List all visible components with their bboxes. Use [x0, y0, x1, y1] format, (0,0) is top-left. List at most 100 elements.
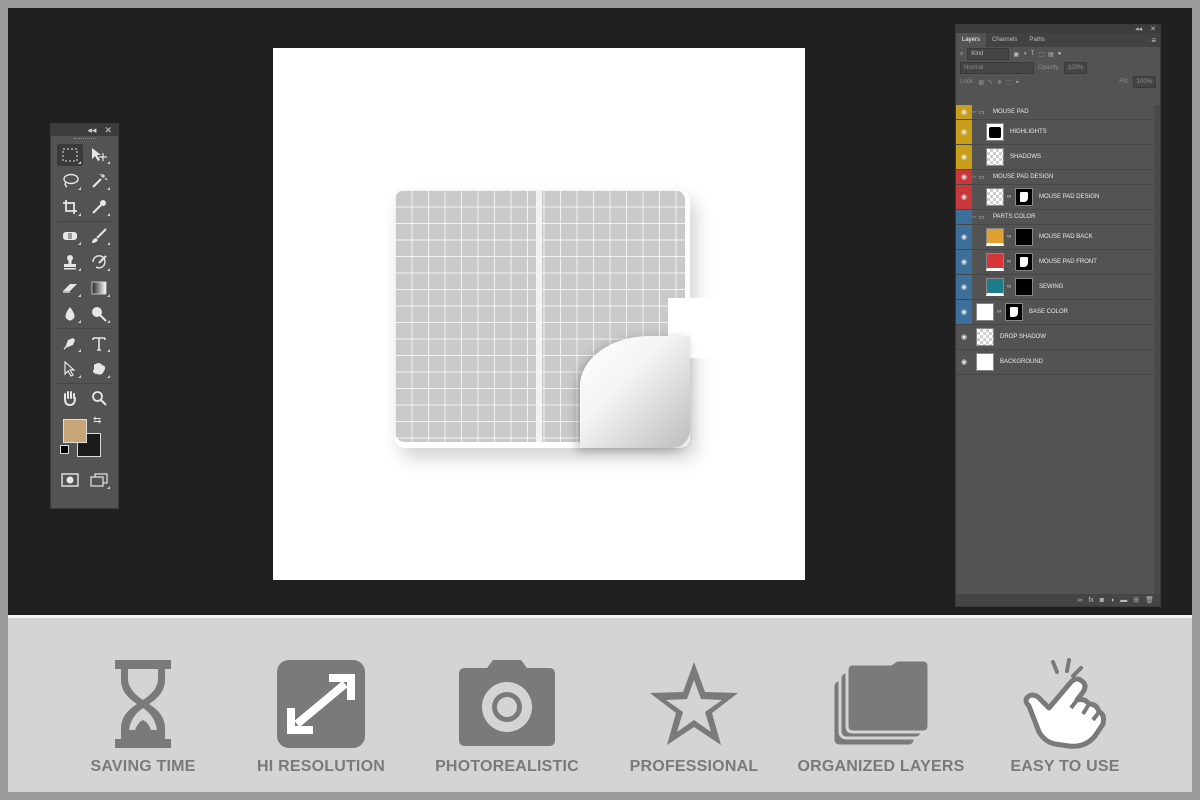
- mask-link-icon[interactable]: ∞: [1007, 194, 1013, 200]
- layer-mask-thumbnail[interactable]: [1015, 228, 1033, 246]
- type-tool[interactable]: [86, 332, 112, 354]
- layer-row[interactable]: ◉ ∞ SEWING: [956, 275, 1154, 300]
- layers-scrollbar[interactable]: [1154, 105, 1160, 595]
- smart-object-filter-icon[interactable]: ▤: [1048, 51, 1054, 58]
- tab-paths[interactable]: Paths: [1023, 33, 1050, 47]
- close-icon[interactable]: ✕: [104, 124, 112, 136]
- clone-stamp-tool[interactable]: [57, 251, 83, 273]
- visibility-eye-icon[interactable]: ◉: [956, 105, 972, 119]
- layer-row[interactable]: ◉ DROP SHADOW: [956, 325, 1154, 350]
- kind-filter-select[interactable]: Kind: [967, 48, 1010, 60]
- filter-toggle-icon[interactable]: ●: [1058, 51, 1062, 57]
- lock-artboard-icon[interactable]: ⬚: [1006, 79, 1012, 86]
- move-tool[interactable]: [86, 144, 112, 166]
- lock-position-icon[interactable]: ✥: [997, 79, 1002, 86]
- mask-link-icon[interactable]: ∞: [1007, 259, 1013, 265]
- collapse-icon[interactable]: ◂◂: [87, 124, 96, 136]
- layer-name: MOUSE PAD BACK: [1039, 234, 1093, 240]
- delete-layer-icon[interactable]: 🗑︎: [1145, 596, 1154, 604]
- lock-paint-icon[interactable]: ✎: [988, 79, 993, 86]
- add-mask-icon[interactable]: ◙: [1100, 597, 1104, 604]
- tab-channels[interactable]: Channels: [986, 33, 1023, 47]
- default-colors-icon[interactable]: [60, 445, 69, 454]
- lock-all-icon[interactable]: 🔒︎: [1016, 79, 1019, 86]
- mask-link-icon[interactable]: ∞: [1007, 234, 1013, 240]
- new-group-icon[interactable]: ▬: [1120, 597, 1127, 604]
- blend-mode-select[interactable]: Normal: [960, 62, 1034, 74]
- quick-mask-button[interactable]: [57, 469, 83, 491]
- layer-group-row[interactable]: ⌵ ▭ PARTS COLOR: [956, 210, 1154, 225]
- visibility-eye-icon[interactable]: ◉: [956, 300, 972, 324]
- crop-tool[interactable]: [57, 196, 83, 218]
- layer-row[interactable]: ◉ SHADOWS: [956, 145, 1154, 170]
- adjustment-layer-icon[interactable]: ◑: [1110, 597, 1114, 604]
- link-layers-icon[interactable]: ∞: [1077, 597, 1082, 604]
- dodge-tool[interactable]: [86, 303, 112, 325]
- opacity-field[interactable]: 100%: [1064, 62, 1088, 74]
- group-chevron-icon[interactable]: ⌵ ▭: [972, 109, 990, 116]
- feature-professional: PROFESSIONAL: [599, 618, 789, 792]
- shape-tool[interactable]: [86, 358, 112, 380]
- mask-link-icon[interactable]: ∞: [997, 309, 1003, 315]
- type-filter-icon[interactable]: T: [1031, 51, 1035, 57]
- blur-tool[interactable]: [57, 303, 83, 325]
- visibility-eye-icon[interactable]: ◉: [956, 170, 972, 184]
- layer-row[interactable]: ◉ HIGHLIGHTS: [956, 120, 1154, 145]
- zoom-tool[interactable]: [86, 387, 112, 409]
- path-selection-tool[interactable]: [57, 358, 83, 380]
- layer-name: HIGHLIGHTS: [1010, 129, 1047, 135]
- gradient-tool[interactable]: [86, 277, 112, 299]
- layer-style-icon[interactable]: fx: [1088, 597, 1093, 604]
- visibility-eye-icon[interactable]: [956, 210, 972, 224]
- visibility-eye-icon[interactable]: ◉: [956, 325, 972, 349]
- lock-transparency-icon[interactable]: ▦: [978, 79, 984, 86]
- visibility-eye-icon[interactable]: ◉: [956, 350, 972, 374]
- brush-tool[interactable]: [86, 225, 112, 247]
- foreground-color-swatch[interactable]: [63, 419, 87, 443]
- close-icon[interactable]: ✕: [1150, 25, 1156, 33]
- document-canvas[interactable]: [273, 48, 805, 580]
- visibility-eye-icon[interactable]: ◉: [956, 275, 972, 299]
- mask-link-icon[interactable]: ∞: [1007, 284, 1013, 290]
- panel-menu-icon[interactable]: ≡: [1151, 36, 1156, 45]
- layer-mask-thumbnail[interactable]: [1005, 303, 1023, 321]
- new-layer-icon[interactable]: ⊞: [1133, 596, 1139, 604]
- group-chevron-icon[interactable]: ⌵ ▭: [972, 214, 990, 221]
- layer-row[interactable]: ◉ ∞ MOUSE PAD DESIGN: [956, 185, 1154, 210]
- collapse-icon[interactable]: ◂◂: [1135, 25, 1142, 33]
- marquee-tool[interactable]: [57, 144, 83, 166]
- fill-field[interactable]: 100%: [1132, 76, 1156, 88]
- layer-row[interactable]: ◉ BACKGROUND: [956, 350, 1154, 375]
- history-brush-tool[interactable]: [86, 251, 112, 273]
- visibility-eye-icon[interactable]: ◉: [956, 250, 972, 274]
- visibility-eye-icon[interactable]: ◉: [956, 225, 972, 249]
- eyedropper-tool[interactable]: [86, 196, 112, 218]
- swap-colors-icon[interactable]: ⇆: [93, 415, 101, 426]
- magic-wand-tool[interactable]: [86, 170, 112, 192]
- layer-row[interactable]: ◉ ∞ MOUSE PAD FRONT: [956, 250, 1154, 275]
- adjustment-filter-icon[interactable]: ◑: [1023, 51, 1027, 57]
- layer-row[interactable]: ◉ ∞ BASE COLOR: [956, 300, 1154, 325]
- layer-mask-thumbnail[interactable]: [1015, 188, 1033, 206]
- tab-layers[interactable]: Layers: [956, 33, 987, 47]
- visibility-eye-icon[interactable]: ◉: [956, 120, 972, 144]
- visibility-eye-icon[interactable]: ◉: [956, 185, 972, 209]
- shape-filter-icon[interactable]: ⬚: [1038, 51, 1044, 58]
- lasso-tool[interactable]: [57, 170, 83, 192]
- layer-group-row[interactable]: ◉ ⌵ ▭ MOUSE PAD: [956, 105, 1154, 120]
- layer-row[interactable]: ◉ ∞ MOUSE PAD BACK: [956, 225, 1154, 250]
- visibility-eye-icon[interactable]: ◉: [956, 145, 972, 169]
- layer-name: BASE COLOR: [1029, 309, 1069, 315]
- magic-wand-icon: [92, 173, 108, 188]
- screen-mode-button[interactable]: [86, 469, 112, 491]
- eraser-tool[interactable]: [57, 277, 83, 299]
- layer-mask-thumbnail[interactable]: [1015, 278, 1033, 296]
- layer-group-row[interactable]: ◉ ⌵ ▭ MOUSE PAD DESIGN: [956, 170, 1154, 185]
- pixel-filter-icon[interactable]: ▣: [1013, 51, 1019, 58]
- hand-tool[interactable]: [57, 387, 83, 409]
- spot-healing-tool[interactable]: [57, 225, 83, 247]
- layer-name: SHADOWS: [1010, 154, 1042, 160]
- group-chevron-icon[interactable]: ⌵ ▭: [972, 174, 990, 181]
- pen-tool[interactable]: [57, 332, 83, 354]
- layer-mask-thumbnail[interactable]: [1015, 253, 1033, 271]
